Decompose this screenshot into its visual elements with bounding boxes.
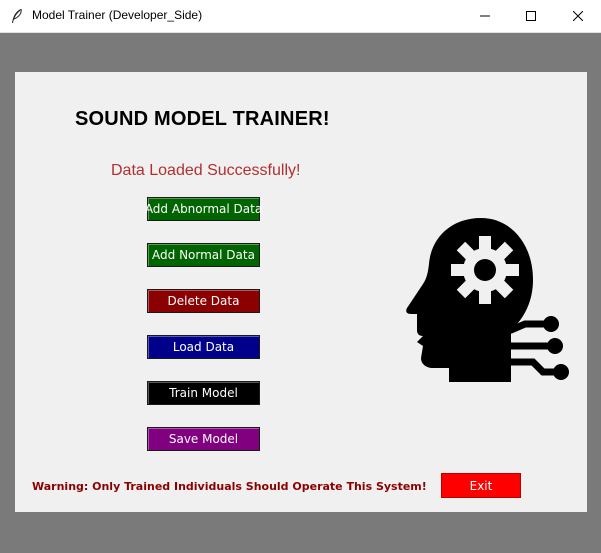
page-title: SOUND MODEL TRAINER!	[75, 108, 330, 130]
title-bar: Model Trainer (Developer_Side)	[0, 0, 601, 33]
main-panel: SOUND MODEL TRAINER! Data Loaded Success…	[15, 72, 587, 512]
add-normal-data-button[interactable]: Add Normal Data	[147, 243, 260, 267]
maximize-button[interactable]	[508, 0, 554, 32]
delete-data-button[interactable]: Delete Data	[147, 289, 260, 313]
ai-head-gear-circuit-icon	[393, 212, 569, 387]
maximize-icon	[526, 11, 536, 21]
add-abnormal-data-button[interactable]: Add Abnormal Data	[145, 197, 262, 221]
save-model-button[interactable]: Save Model	[147, 427, 260, 451]
warning-text: Warning: Only Trained Individuals Should…	[32, 480, 427, 493]
minimize-button[interactable]	[462, 0, 508, 32]
feather-icon	[10, 8, 24, 24]
load-data-button[interactable]: Load Data	[147, 335, 260, 359]
status-message: Data Loaded Successfully!	[111, 162, 301, 179]
exit-button[interactable]: Exit	[441, 473, 521, 498]
minimize-icon	[480, 15, 490, 17]
window-title: Model Trainer (Developer_Side)	[32, 8, 203, 22]
close-button[interactable]	[555, 0, 601, 32]
close-icon	[573, 11, 583, 21]
train-model-button[interactable]: Train Model	[147, 381, 260, 405]
